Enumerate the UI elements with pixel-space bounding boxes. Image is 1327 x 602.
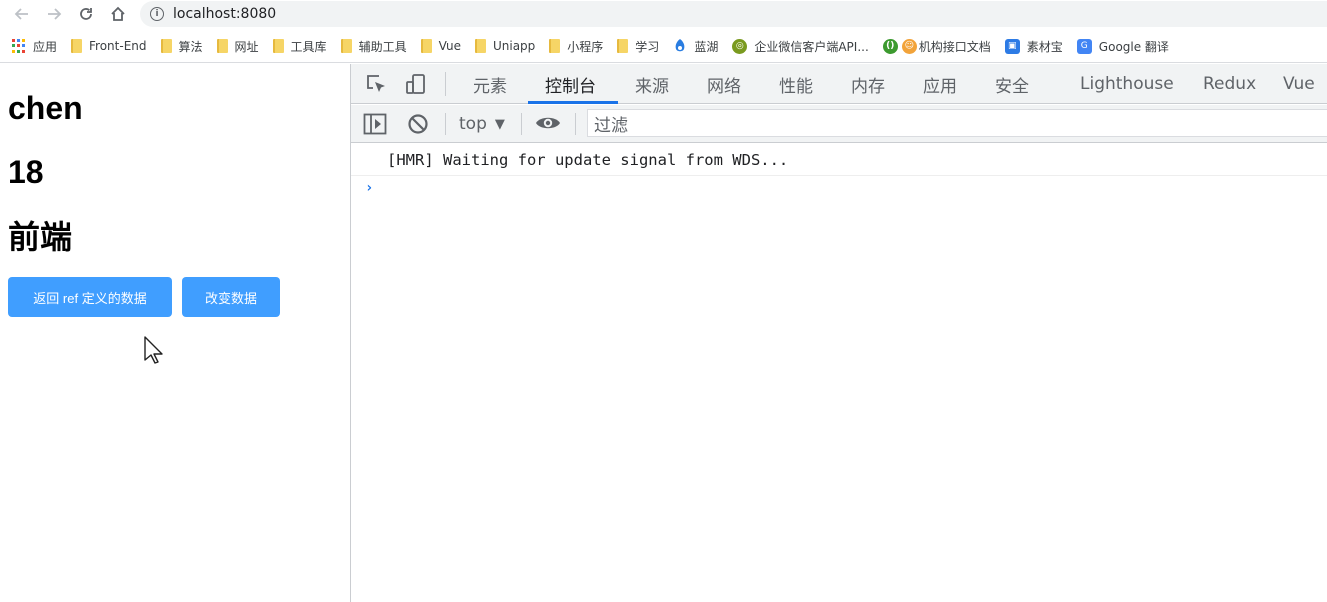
toolbar-divider [575, 113, 576, 135]
info-icon[interactable]: i [150, 7, 164, 21]
arrow-right-icon [48, 8, 62, 20]
context-selector[interactable]: top ▼ [459, 105, 505, 143]
bookmark-label: 机构接口文档 [918, 39, 991, 54]
bookmark-api-doc[interactable]: () ☺ 机构接口文档 [882, 34, 991, 58]
page-viewport: chen 18 前端 返回 ref 定义的数据 改变数据 [0, 64, 350, 602]
bookmark-label: 辅助工具 [358, 39, 407, 54]
name-heading: chen [8, 90, 83, 126]
browser-toolbar: i localhost:8080 [0, 0, 1327, 28]
bookmark-folder-study[interactable]: 学习 [617, 34, 659, 58]
context-value: top [459, 114, 487, 134]
folder-icon [272, 39, 284, 53]
wework-icon: ◎ [732, 38, 748, 54]
folder-icon [617, 39, 629, 53]
folder-icon [474, 39, 486, 53]
bookmark-folder-uniapp[interactable]: Uniapp [474, 34, 536, 58]
bookmark-label: 蓝湖 [694, 39, 719, 54]
bookmark-folder-vue[interactable]: Vue [420, 34, 461, 58]
tab-redux[interactable]: Redux [1203, 64, 1256, 104]
folder-icon [216, 39, 228, 53]
tab-network[interactable]: 网络 [707, 64, 741, 104]
console-prompt-chevron-icon[interactable]: › [365, 180, 373, 196]
forward-button[interactable] [43, 4, 65, 24]
tab-console[interactable]: 控制台 [545, 64, 596, 104]
dropdown-arrow-icon: ▼ [494, 116, 505, 132]
address-bar[interactable]: i localhost:8080 [140, 1, 1327, 27]
active-tab-indicator [528, 101, 618, 104]
reload-button[interactable] [75, 4, 97, 24]
mouse-cursor-icon [144, 336, 163, 364]
folder-icon [420, 39, 432, 53]
live-expression-eye-icon[interactable] [535, 114, 561, 132]
url-text[interactable]: localhost:8080 [173, 6, 276, 22]
console-output: [HMR] Waiting for update signal from WDS… [351, 144, 1327, 196]
home-button[interactable] [107, 4, 129, 24]
bookmark-label: 网址 [234, 39, 259, 54]
bookmark-label: 素材宝 [1026, 39, 1063, 54]
tab-security[interactable]: 安全 [995, 64, 1029, 104]
inspect-element-icon[interactable] [365, 73, 387, 95]
bookmark-folder-algorithm[interactable]: 算法 [160, 34, 203, 58]
age-heading: 18 [8, 154, 44, 190]
bookmark-label: Front-End [89, 39, 147, 53]
bookmark-label: 工具库 [290, 39, 327, 54]
bookmark-label: 算法 [178, 39, 203, 54]
arrow-left-icon [14, 8, 28, 20]
tab-memory[interactable]: 内存 [851, 64, 885, 104]
folder-icon [71, 39, 83, 53]
lanhu-icon [675, 39, 685, 52]
filter-placeholder: 过滤 [594, 115, 628, 136]
console-filter-input[interactable]: 过滤 [587, 109, 1327, 137]
bookmarks-bar: 应用 Front-End 算法 网址 工具库 辅助工具 Vue Uniapp 小… [0, 30, 1327, 63]
folder-icon [549, 39, 561, 53]
reload-icon [80, 8, 92, 20]
bookmark-lanhu[interactable]: 蓝湖 [673, 34, 718, 58]
tab-elements[interactable]: 元素 [473, 64, 507, 104]
console-log-line: [HMR] Waiting for update signal from WDS… [351, 144, 1327, 176]
bookmark-label: 小程序 [567, 39, 604, 54]
toolbar-divider [445, 113, 446, 135]
tab-vue[interactable]: Vue [1283, 64, 1315, 104]
devtools-tab-bar: 元素 控制台 来源 网络 性能 内存 应用 安全 Lighthouse Redu… [351, 64, 1327, 104]
bookmark-label: Vue [438, 39, 461, 53]
return-ref-data-button[interactable]: 返回 ref 定义的数据 [8, 277, 172, 317]
bookmark-label: 企业微信客户端API... [754, 39, 869, 54]
bookmark-folder-front-end[interactable]: Front-End [71, 34, 147, 58]
apps-grid-icon [12, 39, 26, 53]
bookmark-label: Google 翻译 [1098, 39, 1169, 54]
bookmark-folder-libraries[interactable]: 工具库 [272, 34, 327, 58]
bookmark-label: Uniapp [492, 39, 536, 53]
console-toolbar: top ▼ 过滤 [351, 105, 1327, 143]
bookmark-folder-miniprogram[interactable]: 小程序 [549, 34, 603, 58]
devtools-panel: 元素 控制台 来源 网络 性能 内存 应用 安全 Lighthouse Redu… [350, 64, 1327, 602]
tab-lighthouse[interactable]: Lighthouse [1080, 64, 1174, 104]
folder-icon [340, 39, 352, 53]
api-doc-icon: () [882, 38, 898, 54]
bookmark-apps[interactable]: 应用 [12, 34, 57, 58]
toolbar-divider [521, 113, 522, 135]
bookmark-label: 学习 [635, 39, 660, 54]
tab-performance[interactable]: 性能 [779, 64, 813, 104]
clear-console-icon[interactable] [407, 113, 429, 135]
home-icon [111, 6, 125, 21]
bookmark-folder-urls[interactable]: 网址 [216, 34, 259, 58]
folder-icon [160, 39, 172, 53]
toolbar-divider [445, 72, 446, 96]
bookmark-wework-api[interactable]: ◎ 企业微信客户端API... [732, 34, 869, 58]
device-toolbar-icon[interactable] [405, 73, 427, 95]
tab-application[interactable]: 应用 [923, 64, 957, 104]
sidebar-toggle-icon[interactable] [363, 113, 387, 135]
bookmark-folder-tools[interactable]: 辅助工具 [340, 34, 407, 58]
smile-icon: ☺ [901, 38, 917, 54]
job-heading: 前端 [8, 219, 73, 255]
change-data-button[interactable]: 改变数据 [182, 277, 280, 317]
bookmark-google-translate[interactable]: G Google 翻译 [1076, 34, 1169, 58]
bookmark-sucaibao[interactable]: ▣ 素材宝 [1004, 34, 1063, 58]
back-button[interactable] [11, 4, 33, 24]
bookmark-label: 应用 [33, 39, 58, 54]
google-translate-icon: G [1076, 38, 1092, 54]
tab-sources[interactable]: 来源 [635, 64, 669, 104]
sucaibao-icon: ▣ [1004, 38, 1020, 54]
